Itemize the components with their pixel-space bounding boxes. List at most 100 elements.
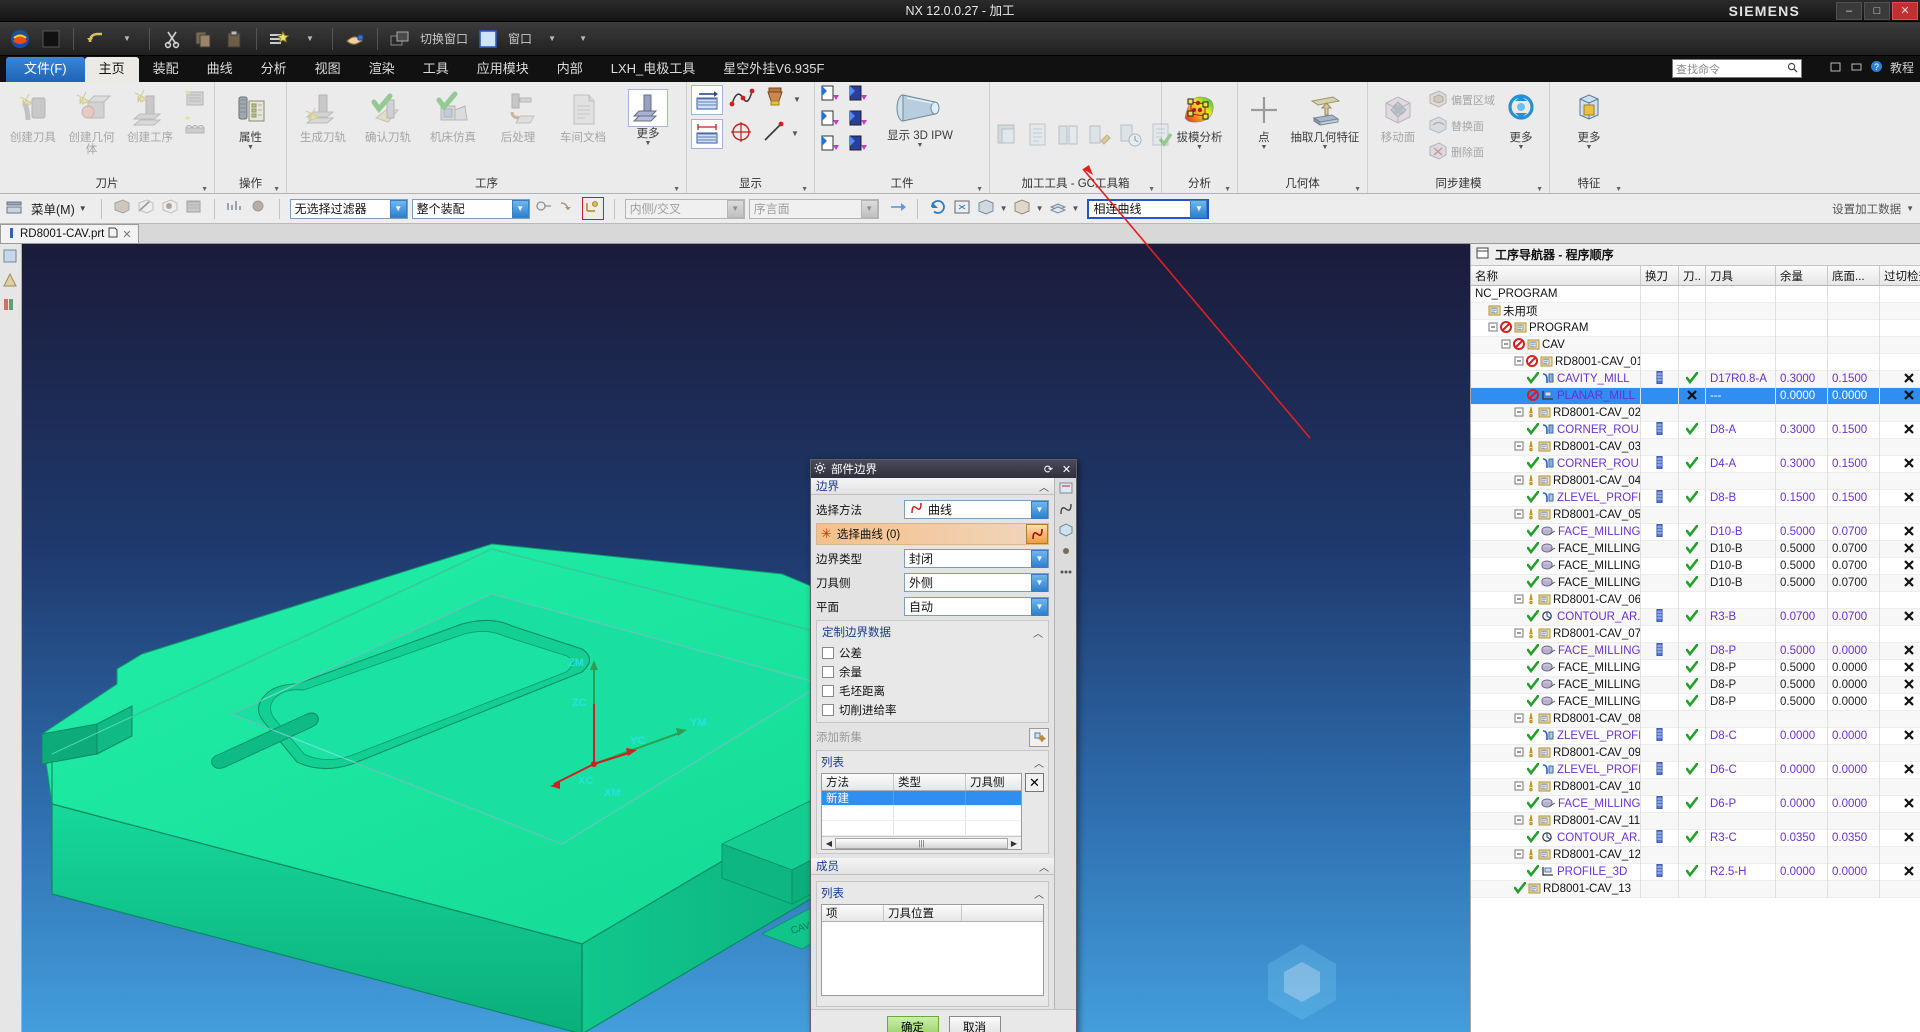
members-list-table[interactable]: 项 刀具位置 [821, 904, 1044, 996]
chevron-down-icon[interactable]: ▼ [1190, 199, 1208, 218]
process-more-button[interactable]: 更多 ▼ [616, 86, 680, 150]
group-dropdown-icon[interactable]: ▼ [1354, 181, 1361, 193]
touch-icon[interactable] [341, 25, 369, 53]
reuse-library-icon[interactable] [2, 296, 20, 314]
tab-file[interactable]: 文件(F) [6, 57, 85, 82]
curve-rule-combo[interactable]: 相连曲线 ▼ [1087, 198, 1210, 219]
navigator-row[interactable]: PROFILE_3D R2.5-H 0.0000 0.0000 [1471, 863, 1920, 881]
boundary-list-hscrollbar[interactable]: ◀ ||| ▶ [822, 836, 1021, 849]
feed-rate-checkbox-row[interactable]: 切削进给率 [822, 700, 1043, 719]
post-process-button[interactable]: 后处理 [486, 86, 550, 147]
expander-collapse-icon[interactable] [1514, 407, 1524, 420]
group-dropdown-icon[interactable]: ▼ [673, 181, 680, 193]
navigator-row[interactable]: FACE_MILLING...D6-P0.00000.0000 [1471, 795, 1920, 813]
expander-collapse-icon[interactable] [1514, 594, 1524, 607]
expander-collapse-icon[interactable] [1514, 713, 1524, 726]
navigator-row[interactable]: FACE_MILLING... D10-B0.50000.0700 [1471, 557, 1920, 575]
offset-region-button[interactable]: 偏置区域 [1425, 88, 1497, 112]
gc-clock-icon[interactable] [1118, 121, 1144, 152]
ipw-play3-icon[interactable] [819, 134, 841, 157]
undo-select-icon[interactable] [558, 197, 578, 220]
navigator-row[interactable]: RD8001-CAV_12 [1471, 846, 1920, 864]
command-search-box[interactable]: 查找命令 [1672, 59, 1802, 78]
tab-home[interactable]: 主页 [84, 57, 139, 82]
ipw-play-icon[interactable] [819, 84, 841, 107]
tab-lxh-electrode[interactable]: LXH_电极工具 [597, 57, 710, 82]
replace-face-button[interactable]: 替换面 [1425, 114, 1497, 138]
group-dropdown-icon[interactable]: ▼ [976, 181, 983, 193]
window-restore-icon[interactable] [1830, 60, 1843, 76]
tool-side-combo[interactable]: 外侧 ▼ [904, 573, 1049, 592]
navigator-row[interactable]: NC_PROGRAM [1471, 286, 1920, 303]
navigator-column-header[interactable]: 刀具 [1706, 266, 1776, 285]
section-members-header[interactable]: 成员 ︿ [811, 858, 1054, 875]
process-more-dropdown-icon[interactable]: ▼ [645, 140, 652, 147]
chevron-down-icon[interactable]: ▼ [1906, 204, 1914, 213]
feature-more-button[interactable]: 更多 ▼ [1557, 86, 1621, 154]
snap-icon[interactable] [534, 197, 554, 220]
navigator-row[interactable]: RD8001-CAV_04 [1471, 472, 1920, 490]
undo-icon[interactable] [82, 25, 110, 53]
ok-button[interactable]: 确定 [886, 1016, 939, 1032]
dialog-rail-more-icon[interactable] [1058, 564, 1074, 583]
dialog-rail-face-icon[interactable] [1058, 522, 1074, 541]
selection-method-combo[interactable]: 曲线 ▼ [904, 500, 1049, 519]
tab-curve[interactable]: 曲线 [193, 57, 247, 82]
assembly-navigator-icon[interactable] [2, 248, 20, 266]
tab-view[interactable]: 视图 [301, 57, 355, 82]
select-body-icon[interactable] [184, 197, 204, 220]
select-edge-icon[interactable] [136, 197, 156, 220]
expander-collapse-icon[interactable] [1514, 849, 1524, 862]
navigator-column-header[interactable]: 余量 [1776, 266, 1828, 285]
display-line-dropdown-icon[interactable]: ▼ [791, 129, 799, 138]
orient-dropdown-icon[interactable]: ▼ [1036, 204, 1044, 213]
shop-documentation-button[interactable]: 车间文档 [551, 86, 615, 147]
navigator-row[interactable]: PLANAR_MILL --- 0.0000 0.0000 [1471, 387, 1920, 405]
cancel-button[interactable]: 取消 [948, 1016, 1001, 1032]
chevron-down-icon[interactable]: ▼ [1031, 597, 1048, 616]
tab-starsky-addon[interactable]: 星空外挂V6.935F [709, 57, 838, 82]
navigator-row[interactable]: 未用项 [1471, 302, 1920, 320]
custom-boundary-data-title[interactable]: 定制边界数据 ︿ [822, 624, 1043, 640]
sync-more-dropdown-icon[interactable]: ▼ [1518, 144, 1525, 151]
measure-icon[interactable] [225, 197, 245, 220]
group-dropdown-icon[interactable]: ▼ [273, 181, 280, 193]
stock-checkbox[interactable] [822, 665, 834, 678]
show-3d-ipw-dropdown-icon[interactable]: ▼ [917, 142, 924, 149]
chevron-down-icon[interactable]: ▼ [511, 199, 529, 218]
expander-collapse-icon[interactable] [1514, 781, 1524, 794]
selection-filter-combo[interactable]: 无选择过滤器 ▼ [289, 198, 408, 219]
navigator-row[interactable]: FACE_MILLING... D8-P0.50000.0000 [1471, 642, 1920, 660]
navigator-row[interactable]: RD8001-CAV_03 [1471, 438, 1920, 456]
chevron-up-icon[interactable]: ︿ [1033, 625, 1043, 640]
navigator-row[interactable]: FACE_MILLING... D8-P0.50000.0000 [1471, 693, 1920, 711]
boundary-list-table[interactable]: 方法 类型 刀具侧 新建 ◀ ||| ▶ [821, 773, 1022, 850]
chevron-down-icon[interactable]: ▼ [726, 199, 744, 218]
expander-collapse-icon[interactable] [1488, 322, 1498, 335]
window-min-icon[interactable] [1850, 60, 1863, 76]
chevron-up-icon[interactable]: ︿ [1039, 859, 1049, 874]
window-icon[interactable] [474, 25, 502, 53]
navigator-row[interactable]: ZLEVEL_PROFILED8-B0.15000.1500 [1471, 489, 1920, 507]
draft-analysis-dropdown-icon[interactable]: ▼ [1196, 144, 1203, 151]
part-boundary-dialog[interactable]: 部件边界 ⟳ ✕ 边界 ︿ 选择方法 曲线 ▼ ✳ 选择曲线 (0) 边界类型 … [810, 459, 1077, 1032]
graphics-viewport[interactable]: CAV ZM ZC YM YC XC XM [22, 244, 1470, 1032]
switch-window-label[interactable]: 切换窗口 [417, 30, 471, 47]
navigator-row[interactable]: RD8001-CAV_07 [1471, 625, 1920, 643]
navigator-row[interactable]: ZLEVEL_PROFIL...D6-C0.00000.0000 [1471, 761, 1920, 779]
navigator-column-header[interactable]: 过切检查 [1880, 266, 1920, 285]
navigator-row[interactable]: FACE_MILLING... D10-B0.50000.0700 [1471, 540, 1920, 558]
add-set-icon[interactable] [1029, 727, 1049, 747]
create-geometry-button[interactable]: 创建几何体 [63, 86, 121, 159]
tab-internal[interactable]: 内部 [543, 57, 597, 82]
scroll-left-icon[interactable]: ◀ [823, 839, 835, 848]
menu-icon[interactable] [6, 200, 23, 218]
expander-collapse-icon[interactable] [1501, 339, 1511, 352]
navigator-row[interactable]: RD8001-CAV_08 [1471, 710, 1920, 728]
plane-combo[interactable]: 自动 ▼ [904, 597, 1049, 616]
tab-assembly[interactable]: 装配 [139, 57, 193, 82]
create-method-button[interactable] [180, 111, 210, 138]
selection-scope-combo[interactable]: 整个装配 ▼ [411, 198, 530, 219]
group-dropdown-icon[interactable]: ▼ [801, 181, 808, 193]
blank-distance-checkbox-row[interactable]: 毛坯距离 [822, 681, 1043, 700]
